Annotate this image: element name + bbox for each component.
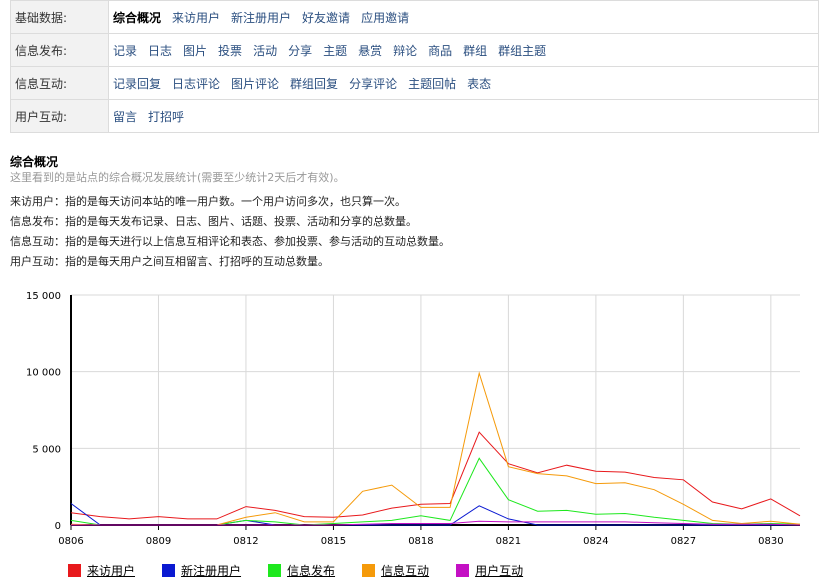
nav-link[interactable]: 日志 — [148, 44, 172, 58]
nav-row-info-interact: 信息互动: 记录回复 日志评论 图片评论 群组回复 分享评论 主题回帖 表态 — [10, 66, 819, 100]
nav-link[interactable]: 分享 — [288, 44, 312, 58]
nav-link[interactable]: 图片 — [183, 44, 207, 58]
nav-link[interactable]: 商品 — [428, 44, 452, 58]
legend-item[interactable]: 新注册用户 — [162, 562, 241, 579]
nav-row-links: 记录回复 日志评论 图片评论 群组回复 分享评论 主题回帖 表态 — [108, 66, 819, 100]
series-line — [70, 371, 801, 526]
x-tick-label: 0806 — [58, 536, 83, 547]
nav-link[interactable]: 记录 — [113, 44, 137, 58]
series-line — [70, 503, 800, 526]
nav-link[interactable]: 表态 — [467, 77, 491, 91]
overview-section: 综合概况 这里看到的是站点的综合概况发展统计(需要至少统计2天后才有效)。 来访… — [10, 154, 810, 272]
overview-line-chart: 0 5 000 10 000 15 000 0806 0809 0812 0815 0818 08… — [26, 291, 801, 547]
x-tick-label: 0824 — [583, 536, 608, 547]
legend-swatch — [162, 564, 176, 577]
nav-row-basic-data: 基础数据: 综合概况 来访用户 新注册用户 好友邀请 应用邀请 — [10, 0, 819, 34]
nav-link[interactable]: 主题回帖 — [408, 77, 456, 91]
y-tick-label: 10 000 — [26, 368, 61, 379]
nav-link[interactable]: 新注册用户 — [231, 11, 291, 25]
x-tick-label: 0812 — [233, 536, 258, 547]
legend-label: 新注册用户 — [181, 564, 242, 578]
series-line — [70, 457, 801, 526]
x-tick-label: 0821 — [496, 536, 521, 547]
nav-link[interactable]: 活动 — [253, 44, 277, 58]
nav-link[interactable]: 悬赏 — [358, 44, 382, 58]
y-tick-label: 15 000 — [26, 291, 61, 302]
nav-link[interactable]: 好友邀请 — [302, 11, 350, 25]
nav-row-links: 留言 打招呼 — [108, 99, 819, 133]
nav-row-user-interact: 用户互动: 留言 打招呼 — [10, 99, 819, 133]
definition-user-interactions: 用户互动：指的是每天用户之间互相留言、打招呼的互动总数量。 — [10, 255, 329, 268]
nav-link[interactable]: 来访用户 — [172, 11, 220, 25]
x-tick-label: 0827 — [671, 536, 696, 547]
legend-item[interactable]: 信息互动 — [362, 562, 429, 579]
nav-link[interactable]: 群组主题 — [498, 44, 546, 58]
nav-link[interactable]: 投票 — [218, 44, 242, 58]
legend-item[interactable]: 用户互动 — [456, 562, 523, 579]
legend-item[interactable]: 信息发布 — [268, 562, 335, 579]
nav-row-header: 信息发布: — [10, 33, 109, 67]
category-nav-body: 基础数据: 综合概况 来访用户 新注册用户 好友邀请 应用邀请 信息发布: 记录 日志 图片 投票活… — [10, 0, 819, 133]
nav-link[interactable]: 综合概况 — [113, 11, 161, 25]
x-tick-label: 0830 — [758, 536, 783, 547]
nav-link[interactable]: 群组回复 — [290, 77, 338, 91]
legend-swatch — [456, 564, 470, 577]
legend-swatch — [268, 564, 282, 577]
y-tick-label: 0 — [55, 521, 61, 532]
nav-row-info-publish: 信息发布: 记录 日志 图片 投票 活动 分享 主题 悬赏 辩论 商品 群组 群组主题 — [10, 33, 819, 67]
chart-legend: 来访用户 新注册用户 信息发布 信息互动 用户互动 — [68, 562, 550, 579]
nav-row-header: 信息互动: — [10, 66, 109, 100]
category-nav-table: 基础数据: 综合概况 来访用户 新注册用户 好友邀请 应用邀请 信息发布: 记录 日志 图片 投票活… — [10, 0, 819, 133]
nav-link[interactable]: 图片评论 — [231, 77, 279, 91]
nav-link[interactable]: 记录回复 — [113, 77, 161, 91]
nav-row-links: 记录 日志 图片 投票 活动 分享 主题 悬赏 辩论 商品 群组 群组主题 — [108, 33, 819, 67]
nav-link[interactable]: 辩论 — [393, 44, 417, 58]
section-subtitle: 这里看到的是站点的综合概况发展统计(需要至少统计2天后才有效)。 — [10, 171, 345, 184]
legend-swatch — [362, 564, 376, 577]
legend-label: 信息互动 — [381, 564, 430, 578]
nav-link[interactable]: 日志评论 — [172, 77, 220, 91]
nav-row-header: 基础数据: — [10, 0, 109, 34]
nav-row-links: 综合概况 来访用户 新注册用户 好友邀请 应用邀请 — [108, 0, 819, 34]
definition-posts: 信息发布：指的是每天发布记录、日志、图片、话题、投票、活动和分享的总数量。 — [10, 215, 417, 228]
definition-visitors: 来访用户：指的是每天访问本站的唯一用户数。一个用户访问多次，也只算一次。 — [10, 195, 406, 208]
nav-link[interactable]: 主题 — [323, 44, 347, 58]
definition-interactions: 信息互动：指的是每天进行以上信息互相评论和表态、参加投票、参与活动的互动总数量。 — [10, 235, 450, 248]
section-title: 综合概况 — [10, 155, 59, 169]
x-tick-label: 0818 — [408, 536, 433, 547]
legend-item[interactable]: 来访用户 — [68, 562, 135, 579]
nav-row-header: 用户互动: — [10, 99, 109, 133]
y-tick-label: 5 000 — [32, 444, 61, 455]
legend-label: 用户互动 — [475, 564, 524, 578]
series-line — [70, 431, 801, 520]
nav-link[interactable]: 打招呼 — [148, 110, 184, 124]
nav-link[interactable]: 分享评论 — [349, 77, 397, 91]
x-tick-label: 0809 — [146, 536, 171, 547]
legend-label: 来访用户 — [87, 564, 136, 578]
nav-link[interactable]: 群组 — [463, 44, 487, 58]
legend-label: 信息发布 — [287, 564, 336, 578]
legend-swatch — [68, 564, 81, 577]
x-tick-label: 0815 — [321, 536, 346, 547]
nav-link[interactable]: 留言 — [113, 110, 137, 124]
nav-link[interactable]: 应用邀请 — [361, 11, 409, 25]
